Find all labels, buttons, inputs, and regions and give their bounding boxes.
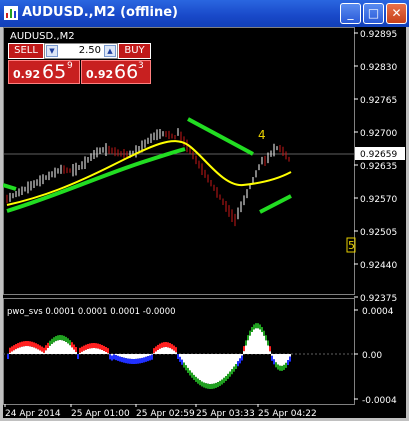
ask-price-box[interactable]: 0.92 66 3 — [81, 60, 151, 84]
marker-4-label: 4 — [258, 128, 266, 142]
close-button[interactable]: ✕ — [386, 3, 407, 24]
time-tick-label: 24 Apr 2014 — [5, 409, 61, 418]
chart-symbol-label: AUDUSD.,M2 — [10, 31, 75, 42]
time-axis: 24 Apr 2014 25 Apr 01:00 25 Apr 02:59 25 Ap… — [4, 404, 317, 418]
ask-price-sup: 3 — [138, 61, 144, 71]
price-tick-label: 0.92375 — [360, 294, 397, 304]
indicator-tick-label: 0.0004 — [362, 307, 394, 317]
ask-price-big: 66 — [114, 61, 139, 83]
indicator-tick-label: -0.0004 — [362, 396, 397, 406]
time-tick-label: 25 Apr 03:33 — [196, 409, 255, 418]
minimize-button[interactable]: _ — [340, 3, 361, 24]
lot-increase-icon[interactable]: ▲ — [104, 45, 116, 57]
buy-button[interactable]: BUY — [118, 43, 151, 59]
price-chart[interactable]: 45 0.928950.928300.927650.927000.926350.… — [3, 27, 406, 418]
price-tick-label: 0.92700 — [360, 129, 397, 139]
chart-window-icon — [4, 6, 18, 20]
price-tick-label: 0.92765 — [360, 96, 397, 106]
lot-size-input[interactable]: ▼ 2.50 ▲ — [44, 43, 118, 59]
bid-price-big: 65 — [42, 61, 67, 83]
title-bar[interactable]: AUDUSD.,M2 (offline) _ □ ✕ — [0, 0, 409, 27]
time-tick-label: 25 Apr 04:22 — [258, 409, 317, 418]
maximize-button[interactable]: □ — [363, 3, 384, 24]
band-stub — [3, 183, 17, 191]
indicator-label: pwo_svs 0.0001 0.0001 0.0001 -0.0000 — [7, 307, 176, 317]
price-axis: 0.92895 0.92830 0.92765 0.92700 0.92635 0.925… — [354, 30, 405, 304]
upper-band — [187, 117, 254, 156]
indicator-tick-label: 0.00 — [362, 351, 382, 361]
price-tick-label: 0.92570 — [360, 195, 397, 205]
marker-5-label: 5 — [348, 239, 355, 252]
chart-area[interactable]: 45 0.92895 0.92830 0.92765 0.92700 0.92635 0.… — [3, 27, 406, 418]
current-price-label: 0.92659 — [360, 150, 397, 160]
window-title: AUDUSD.,M2 (offline) — [22, 5, 178, 20]
price-tick-label: 0.92895 — [360, 30, 397, 40]
lot-size-value[interactable]: 2.50 — [61, 45, 101, 56]
terminal-window: AUDUSD.,M2 (offline) _ □ ✕ 45 0.92895 0.9… — [0, 0, 409, 421]
price-tick-label: 0.92440 — [360, 261, 397, 271]
price-tick-label: 0.92830 — [360, 63, 397, 73]
time-tick-label: 25 Apr 01:00 — [71, 409, 130, 418]
sell-button[interactable]: SELL — [8, 43, 44, 59]
bid-price-main: 0.92 — [13, 68, 41, 81]
lower-band-right — [259, 194, 292, 214]
price-tick-label: 0.92505 — [360, 228, 397, 238]
bid-price-sup: 9 — [67, 61, 73, 71]
indicator-histogram: pwo_svs 0.0001 0.0001 0.0001 -0.0000 — [7, 307, 291, 389]
indicator-axis: 0.0004 0.00 -0.0004 — [354, 307, 397, 406]
price-bars — [6, 128, 290, 227]
bid-price-box[interactable]: 0.92 65 9 — [8, 60, 80, 84]
price-tick-label: 0.92635 — [360, 162, 397, 172]
lot-decrease-icon[interactable]: ▼ — [46, 45, 58, 57]
time-tick-label: 25 Apr 02:59 — [136, 409, 195, 418]
lower-band-left — [6, 147, 186, 213]
ask-price-main: 0.92 — [86, 68, 114, 81]
